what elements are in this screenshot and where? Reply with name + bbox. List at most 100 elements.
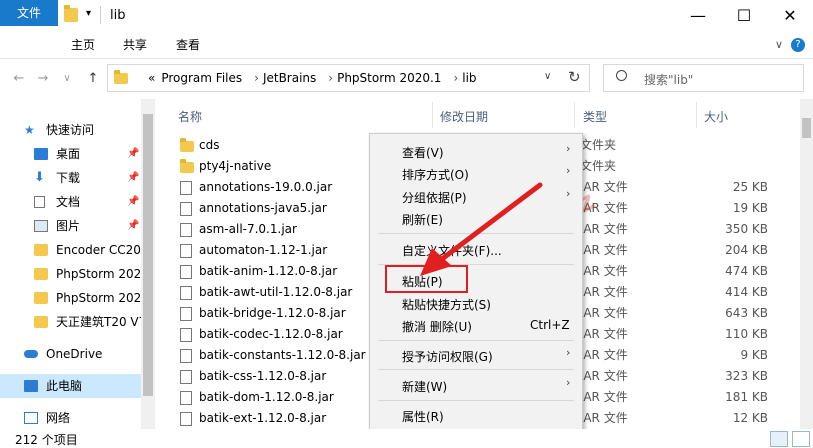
search-placeholder: 搜索"lib" (644, 73, 694, 87)
window-title: lib (110, 8, 126, 23)
back-button[interactable]: ← (10, 71, 28, 87)
column-header-name[interactable]: 名称 (178, 108, 202, 125)
download-icon: ⬇ (34, 170, 45, 185)
menu-separator (378, 233, 574, 234)
pin-icon: 📌 (127, 172, 140, 183)
menu-item-properties[interactable]: 属性(R) (402, 408, 444, 425)
address-dropdown-icon[interactable]: ∨ (544, 71, 551, 82)
forward-button[interactable]: → (34, 71, 52, 87)
file-name: asm-all-7.0.1.jar (199, 222, 297, 236)
pin-icon: 📌 (127, 220, 140, 231)
menu-item-grant-access[interactable]: 授予访问权限(G) (402, 348, 493, 365)
menu-item-group[interactable]: 分组依据(P) (402, 189, 467, 206)
file-icon (180, 370, 192, 384)
document-icon (34, 196, 45, 208)
breadcrumb-jetbrains[interactable]: JetBrains (263, 71, 316, 85)
help-icon[interactable]: ? (791, 38, 805, 52)
network-icon (24, 412, 38, 424)
sidebar-item[interactable]: ⬇ 下载 📌 (0, 166, 141, 190)
sidebar-item-label: 天正建筑T20 V7 (56, 315, 141, 329)
tab-file[interactable]: 文件 (0, 0, 58, 26)
minimize-button[interactable]: — (675, 0, 721, 32)
file-type: JAR 文件 (580, 327, 628, 341)
file-name: batik-dom-1.12.0-8.jar (199, 390, 334, 404)
file-icon (180, 265, 192, 279)
sidebar-item-label: 桌面 (56, 147, 81, 161)
column-divider[interactable] (574, 102, 575, 128)
sidebar-item[interactable]: 图片 📌 (0, 214, 141, 238)
close-button[interactable]: ✕ (767, 0, 813, 32)
file-icon (180, 391, 192, 405)
file-size: 643 KB (725, 306, 768, 320)
file-list-scroll-thumb[interactable] (802, 118, 811, 138)
breadcrumb-separator: › (328, 71, 334, 85)
sidebar-item[interactable]: 文档 📌 (0, 190, 141, 214)
sidebar-item-label: 下载 (56, 171, 81, 185)
tab-home[interactable]: 主页 (59, 32, 107, 58)
file-list-scrollbar[interactable] (800, 99, 813, 429)
submenu-arrow-icon: › (566, 187, 571, 200)
column-header-modified[interactable]: 修改日期 (440, 108, 488, 125)
new-folder-icon[interactable] (64, 5, 78, 22)
menu-item-view[interactable]: 查看(V) (402, 144, 444, 161)
breadcrumb-separator: › (453, 71, 459, 85)
sidebar-item[interactable]: PhpStorm 2020 (0, 262, 141, 286)
breadcrumb-program-files[interactable]: Program Files (161, 71, 242, 85)
file-size: 9 KB (740, 348, 768, 362)
sidebar-item-label: 快速访问 (46, 123, 95, 137)
file-name: annotations-java5.jar (199, 201, 327, 215)
file-icon (180, 181, 192, 195)
menu-item-new[interactable]: 新建(W) (402, 378, 447, 395)
menu-item-undo-delete[interactable]: 撤消 删除(U) (402, 318, 472, 335)
cloud-icon (24, 350, 38, 358)
sidebar-item[interactable]: Encoder CC201 (0, 238, 141, 262)
file-name: batik-codec-1.12.0-8.jar (199, 327, 343, 341)
folder-icon (180, 138, 194, 152)
sidebar-item-label: PhpStorm 2020 (56, 291, 141, 305)
sidebar-item[interactable]: OneDrive (0, 342, 141, 366)
sidebar-item[interactable]: 网络 (0, 406, 141, 430)
large-icons-view-button[interactable] (792, 431, 810, 447)
quick-access-dropdown-icon[interactable]: ▾ (86, 8, 91, 19)
column-divider[interactable] (432, 102, 433, 128)
sidebar-item[interactable]: ★ 快速访问 (0, 118, 141, 142)
menu-item-customize[interactable]: 自定义文件夹(F)... (402, 242, 502, 259)
column-divider[interactable] (696, 102, 697, 128)
ribbon-expand-icon[interactable]: ∨ (775, 38, 783, 51)
maximize-button[interactable]: ☐ (721, 0, 767, 32)
tab-share[interactable]: 共享 (111, 32, 159, 58)
menu-item-sort[interactable]: 排序方式(O) (402, 166, 469, 183)
file-icon (180, 223, 192, 237)
file-name: batik-css-1.12.0-8.jar (199, 369, 327, 383)
sidebar-item[interactable]: 此电脑 (0, 374, 141, 398)
column-header-type[interactable]: 类型 (583, 108, 607, 125)
file-icon (180, 349, 192, 363)
desktop-icon (34, 148, 48, 160)
menu-item-paste-shortcut[interactable]: 粘贴快捷方式(S) (402, 296, 491, 313)
file-icon (180, 412, 192, 426)
menu-item-refresh[interactable]: 刷新(E) (402, 211, 443, 228)
recent-locations-button[interactable]: ∨ (58, 71, 76, 87)
menu-separator (378, 369, 574, 370)
breadcrumb-lib[interactable]: lib (462, 71, 476, 85)
file-type: JAR 文件 (580, 306, 628, 320)
up-button[interactable]: ↑ (84, 71, 102, 87)
sidebar-item[interactable]: 桌面 📌 (0, 142, 141, 166)
breadcrumb: «Program Files › JetBrains › PhpStorm 2020.1… (148, 71, 481, 85)
sidebar-scroll-thumb[interactable] (143, 114, 153, 396)
submenu-arrow-icon: › (566, 142, 571, 155)
details-view-button[interactable] (770, 431, 788, 447)
breadcrumb-phpstorm[interactable]: PhpStorm 2020.1 (337, 71, 441, 85)
file-size: 414 KB (725, 285, 768, 299)
search-input[interactable] (603, 64, 804, 92)
sidebar-item[interactable]: 天正建筑T20 V7 (0, 310, 141, 334)
file-size: 12 KB (732, 411, 768, 425)
file-type: JAR 文件 (580, 369, 628, 383)
file-size: 350 KB (725, 222, 768, 236)
sidebar-item[interactable]: PhpStorm 2020 (0, 286, 141, 310)
tab-view[interactable]: 查看 (164, 32, 212, 58)
breadcrumb-overflow[interactable]: « (148, 71, 155, 85)
refresh-icon[interactable]: ↻ (568, 68, 581, 86)
file-icon (180, 307, 192, 321)
column-header-size[interactable]: 大小 (704, 108, 728, 125)
